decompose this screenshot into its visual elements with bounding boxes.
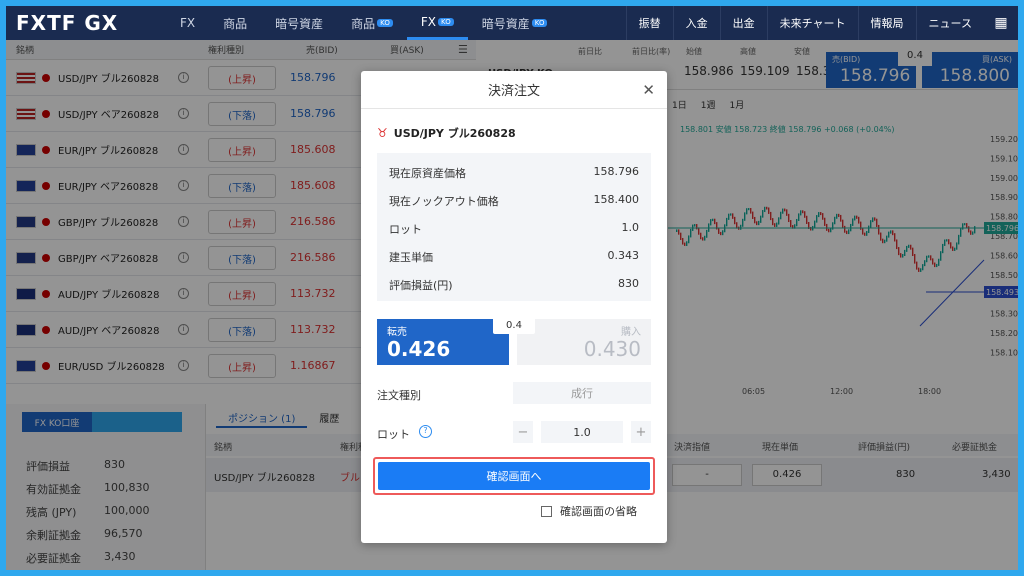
grid-menu-icon[interactable]: ▦ [984, 15, 1018, 31]
nav-tab-badge: KO [438, 17, 454, 26]
skip-confirm-label: 確認画面の省略 [560, 505, 637, 518]
nav-links: 振替 入金 出金 未来チャート 情報局 ニュース [625, 6, 984, 40]
order-type-select[interactable]: 成行 [513, 382, 651, 404]
bull-icon: ♉ [377, 126, 388, 140]
nav-link-5[interactable]: ニュース [915, 6, 984, 40]
help-icon[interactable]: ? [419, 425, 432, 438]
nav-tab-badge: KO [531, 19, 548, 27]
nav-link-0[interactable]: 振替 [625, 6, 673, 40]
buy-button[interactable]: 購入 0.430 [517, 319, 651, 365]
buy-price: 0.430 [583, 337, 641, 361]
detail-label: 現在ノックアウト価格 [389, 195, 499, 208]
nav-tab-label: 暗号資産 [481, 16, 530, 31]
detail-label: ロット [389, 223, 422, 236]
detail-label: 評価損益(円) [389, 279, 453, 292]
nav-tab-label: FX [420, 14, 437, 29]
dialog-title: 決済注文 [361, 71, 667, 109]
sell-button[interactable]: 転売 0.426 [377, 319, 509, 365]
nav-tab-label: 商品 [223, 16, 248, 31]
confirm-highlight: 確認画面へ [373, 457, 655, 495]
detail-value: 158.796 [593, 165, 640, 178]
nav-tab-label: FX [180, 16, 196, 30]
skip-confirm-checkbox[interactable]: 確認画面の省略 [541, 503, 637, 519]
sell-label: 転売 [387, 327, 407, 338]
nav-tab-4[interactable]: FX KO [406, 6, 468, 40]
order-type-label: 注文種別 [377, 389, 421, 402]
checkbox-box[interactable] [541, 505, 552, 517]
settlement-order-dialog: 決済注文 ✕ ♉ USD/JPY ブル260828 現在原資産価格 158.796… [361, 71, 667, 543]
detail-label: 建玉単価 [389, 251, 433, 264]
detail-row: 建玉単価 0.343 [389, 249, 639, 265]
nav-link-4[interactable]: 情報局 [857, 6, 916, 40]
nav-tab-label: 商品 [351, 16, 376, 31]
dialog-symbol-text: USD/JPY ブル260828 [393, 127, 516, 140]
nav-link-1[interactable]: 入金 [672, 6, 720, 40]
nav-tab-2[interactable]: 暗号資産 [261, 6, 337, 40]
nav-tab-3[interactable]: 商品 KO [337, 6, 407, 40]
detail-row: 現在原資産価格 158.796 [389, 165, 639, 181]
detail-value: 830 [618, 277, 639, 290]
nav-tab-badge: KO [377, 19, 393, 27]
position-details: 現在原資産価格 158.796 現在ノックアウト価格 158.400 ロット 1.0 建玉単… [377, 153, 651, 301]
detail-label: 現在原資産価格 [389, 167, 466, 180]
confirm-button[interactable]: 確認画面へ [378, 462, 650, 490]
nav-link-2[interactable]: 出金 [719, 6, 767, 40]
nav-tab-5[interactable]: 暗号資産 KO [468, 6, 562, 40]
lot-label: ロット [377, 428, 410, 441]
nav-link-3[interactable]: 未来チャート [766, 6, 858, 40]
lot-input[interactable]: 1.0 [541, 421, 623, 443]
brand-logo: FXTF GX [16, 11, 119, 35]
detail-value: 158.400 [593, 193, 640, 206]
dialog-symbol: ♉ USD/JPY ブル260828 [377, 125, 516, 141]
buy-label: 購入 [621, 327, 641, 338]
sell-price: 0.426 [387, 337, 451, 361]
nav-tab-0[interactable]: FX [166, 6, 209, 40]
detail-row: 評価損益(円) 830 [389, 277, 639, 293]
spread-badge: 0.4 [493, 317, 535, 334]
nav-tab-1[interactable]: 商品 [209, 6, 261, 40]
detail-row: 現在ノックアウト価格 158.400 [389, 193, 639, 209]
detail-value: 1.0 [621, 221, 640, 234]
nav-tabs: FX 商品 暗号資産 商品 KO FX KO 暗号資産 KO [166, 6, 561, 40]
nav-tab-label: 暗号資産 [275, 16, 324, 31]
lot-increment-button[interactable]: + [631, 421, 651, 443]
detail-value: 0.343 [607, 249, 640, 262]
close-icon[interactable]: ✕ [642, 81, 655, 99]
top-nav: FXTF GX FX 商品 暗号資産 商品 KO FX KO 暗号資産 KO 振替 入金 出金 未来チ… [6, 6, 1018, 40]
detail-row: ロット 1.0 [389, 221, 639, 237]
lot-decrement-button[interactable]: − [513, 421, 533, 443]
